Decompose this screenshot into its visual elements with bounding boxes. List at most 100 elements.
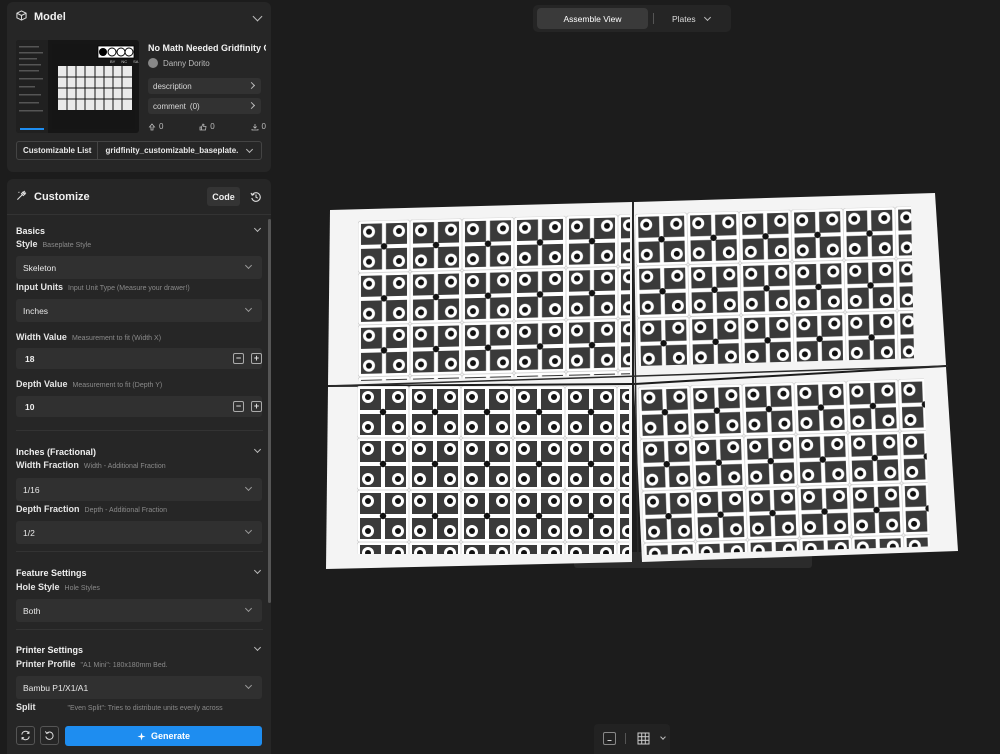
sparkle-icon [137, 731, 146, 741]
printer-profile-select[interactable]: Bambu P1/X1/A1 [16, 676, 262, 699]
chevron-down-icon[interactable] [660, 734, 666, 740]
fit-view-button[interactable] [603, 732, 616, 745]
download-count: 0 [261, 122, 266, 131]
chevron-down-icon [244, 604, 253, 613]
generate-label: Generate [150, 731, 191, 741]
section-feature-settings[interactable]: Feature Settings [16, 568, 87, 578]
view-toggle: Assemble View Plates [533, 5, 731, 32]
chevron-down-icon [244, 483, 253, 492]
sync-icon [21, 730, 30, 741]
width-fraction-label: Width Fraction Width - Additional Fractio… [16, 460, 166, 470]
customizable-list-value: gridfinity_customizable_baseplate.scad [105, 146, 239, 155]
chevron-down-icon[interactable] [253, 566, 262, 575]
width-value: 18 [25, 353, 35, 364]
hole-style-hint: Hole Styles [64, 585, 100, 592]
generate-button[interactable]: Generate [65, 726, 262, 746]
comment-button[interactable]: comment (0) [148, 98, 261, 114]
grid-icon [637, 732, 650, 745]
viewport-toolbar [594, 724, 670, 754]
download-stat[interactable]: 0 [251, 122, 266, 131]
divider [16, 551, 263, 552]
reset-button[interactable] [40, 726, 59, 745]
description-label: description [153, 81, 192, 91]
chevron-down-icon [244, 261, 253, 270]
depth-value-input[interactable]: 10 − + [16, 396, 262, 417]
model-panel-header[interactable]: Model [7, 2, 271, 32]
comment-count: (0) [189, 101, 200, 111]
depth-value-label-text: Depth Value [16, 379, 68, 389]
style-hint: Baseplate Style [42, 242, 92, 249]
section-inches-fractional[interactable]: Inches (Fractional) [16, 447, 96, 457]
decrement-button[interactable]: − [233, 353, 244, 364]
model-thumbnail[interactable]: BY NC SA [16, 40, 139, 133]
boost-count: 0 [159, 122, 164, 131]
code-button[interactable]: Code [207, 187, 240, 206]
chevron-down-icon [245, 145, 254, 154]
model-stats: 0 0 0 [148, 122, 266, 131]
increment-button[interactable]: + [251, 401, 262, 412]
chevron-right-icon [247, 101, 256, 110]
printer-profile-label: Printer Profile "A1 Mini": 180x180mm Bed. [16, 659, 168, 669]
increment-button[interactable]: + [251, 353, 262, 364]
decrement-button[interactable]: − [233, 401, 244, 412]
chevron-down-icon[interactable] [253, 445, 262, 454]
divider [625, 733, 626, 744]
3d-viewport[interactable] [272, 40, 1000, 720]
license-sa: SA [133, 59, 139, 64]
left-sidebar: Model BY NC SA No Math Needed Gridfinity… [0, 0, 272, 754]
like-stat[interactable]: 0 [199, 122, 215, 131]
style-value: Skeleton [23, 262, 57, 273]
depth-fraction-select[interactable]: 1/2 [16, 521, 262, 544]
width-fraction-select[interactable]: 1/16 [16, 478, 262, 501]
section-printer-settings[interactable]: Printer Settings [16, 645, 83, 655]
author-name: Danny Dorito [163, 58, 210, 68]
boost-stat[interactable]: 0 [148, 122, 163, 131]
hole-style-label: Hole Style Hole Styles [16, 582, 100, 592]
depth-fraction-hint: Depth - Additional Fraction [84, 507, 168, 514]
description-button[interactable]: description [148, 78, 261, 94]
divider [16, 430, 263, 431]
depth-fraction-label-text: Depth Fraction [16, 504, 80, 514]
width-value-input[interactable]: 18 − + [16, 348, 262, 369]
customizable-list-select[interactable]: Customizable List gridfinity_customizabl… [16, 141, 262, 160]
width-value-label: Width Value Measurement to fit (Width X) [16, 332, 161, 342]
plates-label: Plates [672, 13, 696, 24]
reset-icon [44, 731, 54, 740]
input-units-select[interactable]: Inches [16, 299, 262, 322]
depth-fraction-label: Depth Fraction Depth - Additional Fractio… [16, 504, 167, 514]
comment-label: comment [153, 101, 186, 111]
chevron-down-icon [703, 13, 711, 21]
magic-wand-icon [16, 188, 27, 206]
chevron-down-icon[interactable] [252, 11, 263, 22]
author[interactable]: Danny Dorito [148, 58, 210, 68]
plates-dropdown[interactable]: Plates [672, 8, 711, 29]
printer-profile-value: Bambu P1/X1/A1 [23, 682, 89, 693]
grid-toggle-button[interactable] [637, 732, 650, 745]
style-select[interactable]: Skeleton [16, 256, 262, 279]
hole-style-label-text: Hole Style [16, 582, 60, 592]
history-icon [250, 191, 261, 202]
width-value-hint: Measurement to fit (Width X) [71, 335, 162, 342]
split-label-text: Split [16, 702, 36, 712]
width-fraction-hint: Width - Additional Fraction [83, 463, 166, 470]
divider [7, 214, 271, 215]
printer-profile-label-text: Printer Profile [16, 659, 76, 669]
sync-button[interactable] [16, 726, 35, 745]
history-button[interactable] [246, 187, 265, 206]
chevron-down-icon[interactable] [253, 224, 262, 233]
chevron-down-icon[interactable] [253, 643, 262, 652]
section-basics[interactable]: Basics [16, 226, 45, 236]
input-units-value: Inches [23, 305, 49, 316]
scrollbar[interactable] [268, 219, 271, 603]
customize-panel: Customize Code Basics Style Baseplate Sty… [7, 179, 271, 754]
depth-fraction-value: 1/2 [23, 527, 35, 538]
width-fraction-label-text: Width Fraction [16, 460, 79, 470]
model-panel-title: Model [34, 11, 66, 23]
split-hint: "Even Split": Tries to distribute units … [67, 705, 223, 712]
model-name[interactable]: No Math Needed Gridfinity Customizable B… [148, 43, 266, 53]
hole-style-select[interactable]: Both [16, 599, 262, 622]
assemble-view-tab[interactable]: Assemble View [537, 8, 648, 29]
license-nc: NC [121, 59, 128, 64]
minus-square-icon [607, 740, 612, 741]
input-units-label: Input Units Input Unit Type (Measure your… [16, 282, 190, 292]
